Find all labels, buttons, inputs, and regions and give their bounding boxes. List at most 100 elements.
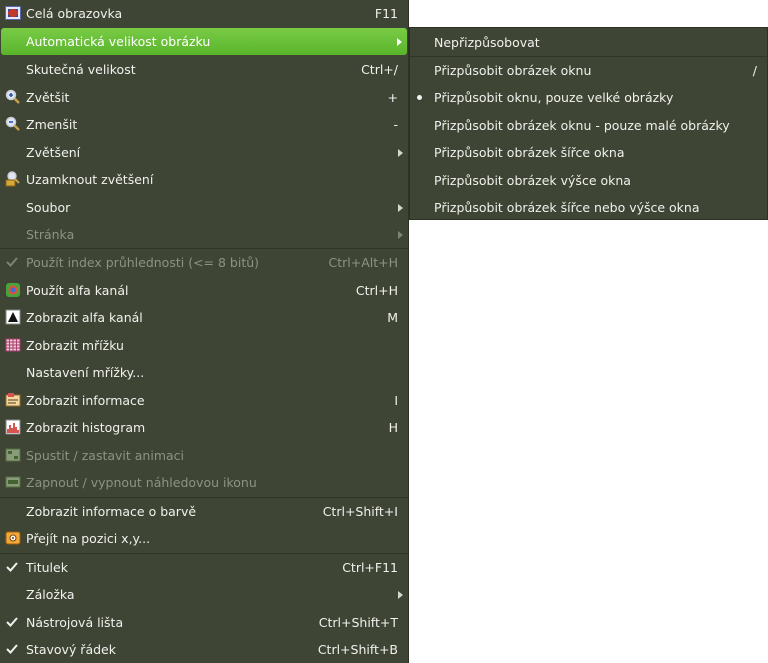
menu-item-title[interactable]: Titulek Ctrl+F11 (0, 554, 408, 581)
menu-item-shortcut: - (393, 117, 398, 132)
thumbnail-icon (5, 476, 21, 488)
menu-item-tab[interactable]: Záložka (0, 581, 408, 608)
menu-item-label: Skutečná velikost (26, 62, 136, 77)
view-menu: Celá obrazovka F11 Automatická velikost … (0, 0, 409, 663)
menu-item-statusbar[interactable]: Stavový řádek Ctrl+Shift+B (0, 636, 408, 663)
menu-item-file[interactable]: Soubor (0, 194, 408, 221)
submenu-item-label: Přizpůsobit obrázek oknu (434, 63, 592, 78)
submenu-item-fit-height[interactable]: Přizpůsobit obrázek výšce okna (410, 167, 767, 194)
menu-item-zoom-in[interactable]: Zvětšit + (0, 84, 408, 111)
fullscreen-icon (5, 6, 21, 20)
grid-icon (5, 338, 21, 352)
menu-item-grid-settings[interactable]: Nastavení mřížky... (0, 359, 408, 386)
menu-item-shortcut: M (387, 310, 398, 325)
submenu-arrow-icon (397, 38, 402, 46)
menu-item-label: Zobrazit informace o barvě (26, 504, 197, 519)
menu-item-zoom[interactable]: Zvětšení (0, 139, 408, 166)
goto-position-icon (5, 531, 21, 545)
menu-item-shortcut: Ctrl+Shift+I (322, 504, 398, 519)
menu-item-label: Zvětšit (26, 90, 70, 105)
menu-item-toolbar[interactable]: Nástrojová lišta Ctrl+Shift+T (0, 609, 408, 636)
submenu-arrow-icon (398, 149, 403, 157)
menu-item-color-info[interactable]: Zobrazit informace o barvě Ctrl+Shift+I (0, 498, 408, 525)
menu-item-shortcut: Ctrl+F11 (342, 560, 398, 575)
info-icon (5, 393, 21, 407)
menu-item-shortcut: F11 (374, 6, 398, 21)
check-icon (6, 644, 18, 654)
auto-size-submenu: Nepřizpůsobovat Přizpůsobit obrázek oknu… (409, 27, 768, 220)
menu-item-show-info[interactable]: Zobrazit informace I (0, 387, 408, 414)
menu-item-label: Zobrazit mřížku (26, 338, 124, 353)
menu-item-zoom-out[interactable]: Zmenšit - (0, 111, 408, 138)
menu-item-label: Zobrazit alfa kanál (26, 310, 143, 325)
menu-item-shortcut: Ctrl+/ (361, 62, 398, 77)
menu-item-label: Stránka (26, 227, 75, 242)
submenu-item-label: Přizpůsobit obrázek výšce okna (434, 173, 631, 188)
menu-item-label: Titulek (26, 560, 68, 575)
menu-item-label: Spustit / zastavit animaci (26, 448, 185, 463)
menu-item-show-histogram[interactable]: Zobrazit histogram H (0, 414, 408, 441)
alpha-channel-icon (6, 283, 20, 297)
menu-item-label: Použít index průhlednosti (<= 8 bitů) (26, 255, 260, 270)
menu-item-label: Zapnout / vypnout náhledovou ikonu (26, 475, 257, 490)
submenu-item-fit-width-or-height[interactable]: Přizpůsobit obrázek šířce nebo výšce okn… (410, 194, 767, 221)
submenu-arrow-icon (398, 231, 403, 239)
menu-item-actual-size[interactable]: Skutečná velikost Ctrl+/ (0, 56, 408, 83)
lock-zoom-icon (5, 171, 20, 187)
menu-item-shortcut: Ctrl+Shift+T (318, 615, 398, 630)
menu-item-goto-position[interactable]: Přejít na pozici x,y... (0, 525, 408, 552)
submenu-item-label: Nepřizpůsobovat (434, 35, 540, 50)
menu-item-page[interactable]: Stránka (0, 221, 408, 248)
menu-item-show-grid[interactable]: Zobrazit mřížku (0, 332, 408, 359)
zoom-in-icon (5, 89, 20, 104)
menu-item-label: Zmenšit (26, 117, 78, 132)
menu-item-label: Zvětšení (26, 145, 81, 160)
menu-item-shortcut: Ctrl+H (355, 283, 398, 298)
menu-item-label: Záložka (26, 587, 75, 602)
menu-item-label: Automatická velikost obrázku (26, 34, 211, 49)
menu-item-label: Použít alfa kanál (26, 283, 129, 298)
submenu-item-fit-large-only[interactable]: Přizpůsobit oknu, pouze velké obrázky (410, 84, 767, 111)
animation-icon (5, 448, 21, 462)
menu-item-label: Zobrazit histogram (26, 420, 146, 435)
submenu-item-shortcut: / (752, 63, 757, 78)
menu-item-label: Soubor (26, 200, 71, 215)
menu-item-label: Uzamknout zvětšení (26, 172, 154, 187)
submenu-item-label: Přizpůsobit obrázek šířce nebo výšce okn… (434, 200, 700, 215)
submenu-item-fit-width[interactable]: Přizpůsobit obrázek šířce okna (410, 139, 767, 166)
check-icon (6, 257, 18, 267)
menu-item-label: Stavový řádek (26, 642, 116, 657)
show-alpha-icon (5, 309, 21, 325)
menu-item-label: Celá obrazovka (26, 6, 123, 21)
submenu-arrow-icon (398, 204, 403, 212)
menu-item-lock-zoom[interactable]: Uzamknout zvětšení (0, 166, 408, 193)
menu-item-shortcut: Ctrl+Shift+B (317, 642, 398, 657)
menu-item-auto-size[interactable]: Automatická velikost obrázku (1, 28, 407, 55)
check-icon (6, 617, 18, 627)
submenu-item-fit-window[interactable]: Přizpůsobit obrázek oknu / (410, 57, 767, 84)
menu-item-show-alpha[interactable]: Zobrazit alfa kanál M (0, 304, 408, 331)
menu-item-shortcut: H (388, 420, 398, 435)
submenu-item-no-fit[interactable]: Nepřizpůsobovat (410, 29, 767, 56)
submenu-item-label: Přizpůsobit obrázek oknu - pouze malé ob… (434, 118, 730, 133)
menu-item-label: Nastavení mřížky... (26, 365, 145, 380)
check-icon (6, 562, 18, 572)
menu-item-transparency-index[interactable]: Použít index průhlednosti (<= 8 bitů) Ct… (0, 249, 408, 276)
menu-item-label: Zobrazit informace (26, 393, 145, 408)
menu-item-fullscreen[interactable]: Celá obrazovka F11 (0, 0, 408, 27)
menu-item-shortcut: + (387, 90, 398, 105)
menu-item-use-alpha[interactable]: Použít alfa kanál Ctrl+H (0, 277, 408, 304)
submenu-item-label: Přizpůsobit oknu, pouze velké obrázky (434, 90, 674, 105)
histogram-icon (5, 419, 21, 435)
menu-item-toggle-thumbnail[interactable]: Zapnout / vypnout náhledovou ikonu (0, 469, 408, 496)
submenu-item-label: Přizpůsobit obrázek šířce okna (434, 145, 625, 160)
submenu-item-fit-small-only[interactable]: Přizpůsobit obrázek oknu - pouze malé ob… (410, 112, 767, 139)
radio-selected-icon (417, 95, 422, 100)
menu-item-shortcut: I (394, 393, 398, 408)
menu-item-shortcut: Ctrl+Alt+H (328, 255, 398, 270)
menu-item-label: Přejít na pozici x,y... (26, 531, 151, 546)
submenu-arrow-icon (398, 591, 403, 599)
menu-item-toggle-animation[interactable]: Spustit / zastavit animaci (0, 442, 408, 469)
zoom-out-icon (5, 116, 20, 131)
menu-item-label: Nástrojová lišta (26, 615, 124, 630)
